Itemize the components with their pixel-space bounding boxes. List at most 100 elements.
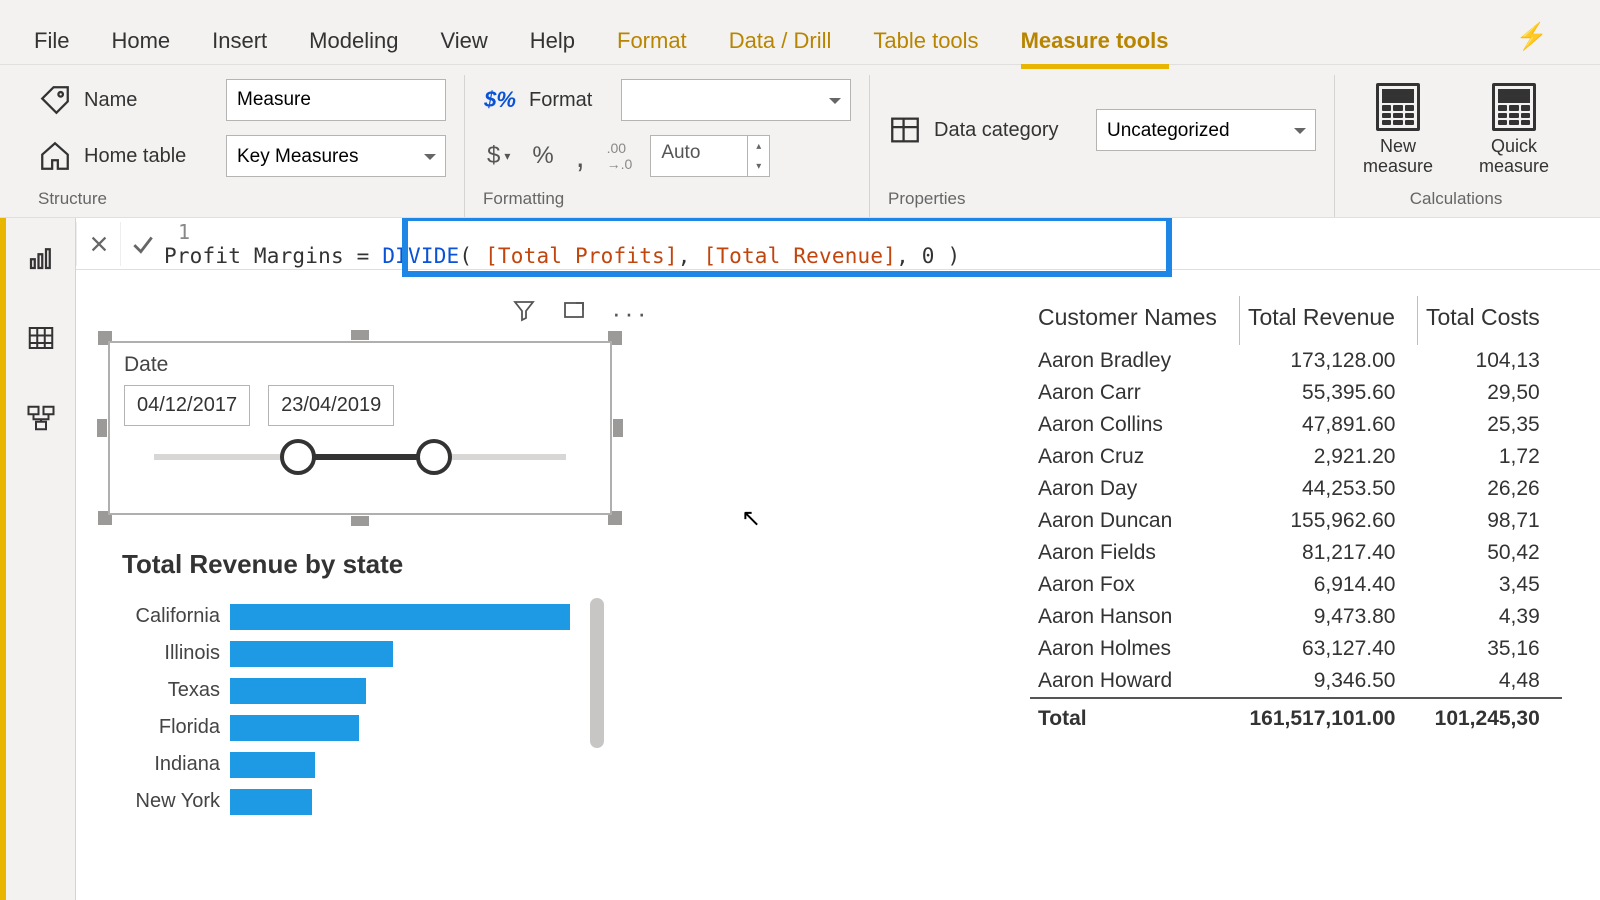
data-category-select[interactable]: Uncategorized bbox=[1096, 109, 1316, 151]
table-row[interactable]: Aaron Cruz2,921.201,72 bbox=[1030, 441, 1562, 473]
resize-handle[interactable] bbox=[351, 516, 369, 526]
formula-bar: 1 Profit Margins = DIVIDE( [Total Profit… bbox=[76, 218, 1600, 270]
slicer-title: Date bbox=[124, 353, 596, 377]
table-header[interactable]: Total Costs bbox=[1417, 296, 1561, 345]
slicer-start-date[interactable]: 04/12/2017 bbox=[124, 385, 250, 426]
table-row[interactable]: Aaron Duncan155,962.6098,71 bbox=[1030, 505, 1562, 537]
ribbon-label-properties: Properties bbox=[888, 185, 1316, 217]
focus-mode-icon[interactable] bbox=[562, 298, 586, 329]
percent-button[interactable]: % bbox=[528, 139, 557, 173]
menu-data-drill[interactable]: Data / Drill bbox=[729, 28, 832, 64]
ribbon-group-formatting: $% Format $▾ % , .00→.0 Auto ▴▾ Formatti… bbox=[465, 75, 870, 217]
data-view-icon[interactable] bbox=[23, 320, 59, 356]
date-slicer-visual[interactable]: Date 04/12/2017 23/04/2019 bbox=[100, 333, 620, 523]
chart-scrollbar[interactable] bbox=[590, 598, 604, 748]
table-row[interactable]: Aaron Day44,253.5026,26 bbox=[1030, 473, 1562, 505]
menu-bar: File Home Insert Modeling View Help Format Data… bbox=[0, 0, 1600, 64]
ribbon-label-formatting: Formatting bbox=[483, 185, 851, 217]
bar-label: Illinois bbox=[100, 642, 230, 665]
table-header[interactable]: Total Revenue bbox=[1239, 296, 1417, 345]
ribbon-group-structure: Name Home table Key Measures Structure bbox=[20, 75, 465, 217]
model-view-icon[interactable] bbox=[23, 400, 59, 436]
quick-measure-button[interactable]: ⚡ Quick measure bbox=[1469, 83, 1559, 177]
decimals-icon[interactable]: .00→.0 bbox=[603, 139, 637, 173]
table-row[interactable]: Aaron Carr55,395.6029,50 bbox=[1030, 377, 1562, 409]
bolt-icon: ⚡ bbox=[1516, 21, 1548, 52]
currency-button[interactable]: $▾ bbox=[483, 139, 514, 173]
calculator-icon bbox=[1492, 83, 1536, 131]
table-row[interactable]: Aaron Hanson9,473.804,39 bbox=[1030, 601, 1562, 633]
table-row[interactable]: Aaron Fields81,217.4050,42 bbox=[1030, 537, 1562, 569]
comma-button[interactable]: , bbox=[572, 139, 589, 173]
commit-formula-button[interactable] bbox=[120, 222, 164, 266]
range-thumb-start[interactable] bbox=[280, 439, 316, 475]
calculator-icon bbox=[1376, 83, 1420, 131]
cancel-formula-button[interactable] bbox=[76, 222, 120, 266]
bar-fill[interactable] bbox=[230, 604, 570, 630]
table-row[interactable]: Aaron Howard9,346.504,48 bbox=[1030, 665, 1562, 698]
slicer-end-date[interactable]: 23/04/2019 bbox=[268, 385, 394, 426]
tag-icon bbox=[38, 83, 72, 117]
table-total-row: Total161,517,101.00101,245,30 bbox=[1030, 698, 1562, 735]
slicer-range-track[interactable] bbox=[154, 454, 566, 460]
menu-modeling[interactable]: Modeling bbox=[309, 28, 398, 64]
table-row[interactable]: Aaron Fox6,914.403,45 bbox=[1030, 569, 1562, 601]
format-select[interactable] bbox=[621, 79, 851, 121]
ribbon-label-calculations: Calculations bbox=[1410, 185, 1503, 217]
more-options-icon[interactable]: ··· bbox=[612, 298, 650, 329]
data-category-icon bbox=[888, 113, 922, 147]
bar-fill[interactable] bbox=[230, 715, 359, 741]
name-input[interactable] bbox=[226, 79, 446, 121]
ribbon: Name Home table Key Measures Structure $… bbox=[0, 64, 1600, 218]
bar-label: Florida bbox=[100, 716, 230, 739]
menu-home[interactable]: Home bbox=[111, 28, 170, 64]
report-canvas: 1 Profit Margins = DIVIDE( [Total Profit… bbox=[76, 218, 1600, 900]
menu-view[interactable]: View bbox=[440, 28, 487, 64]
menu-format[interactable]: Format bbox=[617, 28, 687, 64]
visual-header: ··· bbox=[100, 294, 660, 333]
bar-row: New York bbox=[100, 783, 570, 820]
menu-insert[interactable]: Insert bbox=[212, 28, 267, 64]
view-switcher bbox=[0, 218, 76, 900]
decimals-spinner[interactable]: Auto ▴▾ bbox=[650, 135, 770, 177]
home-table-select[interactable]: Key Measures bbox=[226, 135, 446, 177]
bar-chart[interactable]: California Illinois Texas Florida Indiana New… bbox=[100, 598, 580, 820]
bar-fill[interactable] bbox=[230, 752, 315, 778]
menu-table-tools[interactable]: Table tools bbox=[873, 28, 978, 64]
home-icon bbox=[38, 139, 72, 173]
bar-row: Texas bbox=[100, 672, 570, 709]
bar-label: New York bbox=[100, 790, 230, 813]
table-row[interactable]: Aaron Holmes63,127.4035,16 bbox=[1030, 633, 1562, 665]
ribbon-group-properties: Data category Uncategorized Properties bbox=[870, 75, 1335, 217]
ribbon-group-calculations: New measure ⚡ Quick measure Calculations bbox=[1335, 75, 1577, 217]
bar-fill[interactable] bbox=[230, 641, 393, 667]
resize-handle[interactable] bbox=[351, 330, 369, 340]
name-label: Name bbox=[84, 89, 214, 112]
menu-help[interactable]: Help bbox=[530, 28, 575, 64]
table-row[interactable]: Aaron Collins47,891.6025,35 bbox=[1030, 409, 1562, 441]
chart-title: Total Revenue by state bbox=[122, 549, 660, 580]
new-measure-button[interactable]: New measure bbox=[1353, 83, 1443, 177]
home-table-label: Home table bbox=[84, 145, 214, 168]
bar-fill[interactable] bbox=[230, 678, 366, 704]
formula-input[interactable]: Profit Margins = DIVIDE( [Total Profits]… bbox=[164, 244, 1600, 268]
format-icon: $% bbox=[483, 83, 517, 117]
report-view-icon[interactable] bbox=[23, 240, 59, 276]
bar-label: California bbox=[100, 605, 230, 628]
resize-handle[interactable] bbox=[97, 419, 107, 437]
menu-file[interactable]: File bbox=[34, 28, 69, 64]
format-label: Format bbox=[529, 89, 609, 112]
bar-row: Illinois bbox=[100, 635, 570, 672]
resize-handle[interactable] bbox=[613, 419, 623, 437]
range-thumb-end[interactable] bbox=[416, 439, 452, 475]
bar-row: Florida bbox=[100, 709, 570, 746]
filter-icon[interactable] bbox=[512, 298, 536, 329]
bar-row: Indiana bbox=[100, 746, 570, 783]
bar-label: Texas bbox=[100, 679, 230, 702]
table-row[interactable]: Aaron Bradley173,128.00104,13 bbox=[1030, 345, 1562, 377]
data-table-visual[interactable]: Customer NamesTotal RevenueTotal Costs A… bbox=[1030, 294, 1562, 820]
menu-measure-tools[interactable]: Measure tools bbox=[1021, 28, 1169, 69]
formula-line-number: 1 bbox=[164, 220, 198, 244]
bar-fill[interactable] bbox=[230, 789, 312, 815]
table-header[interactable]: Customer Names bbox=[1030, 296, 1239, 345]
